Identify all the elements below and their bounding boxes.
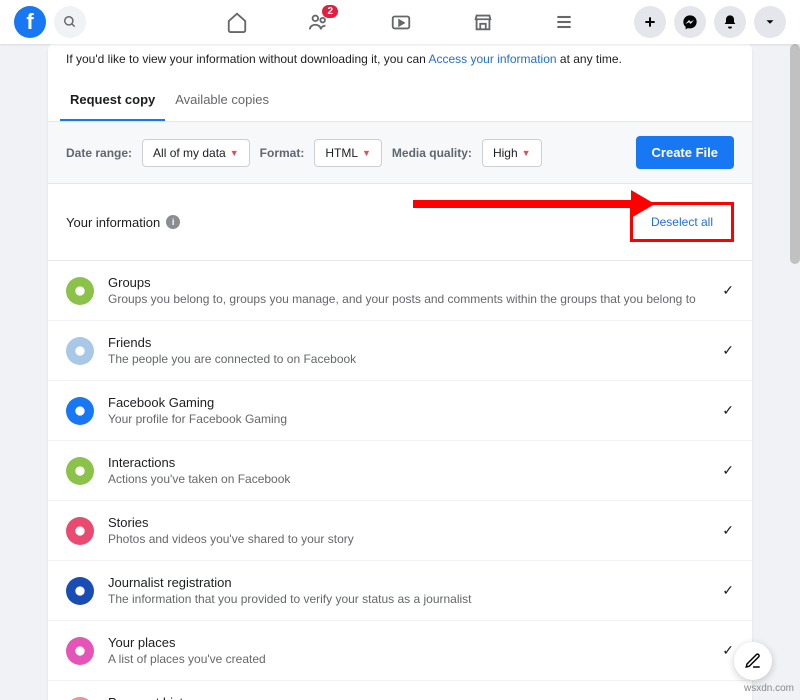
bell-icon xyxy=(722,14,738,30)
item-title: Payment history xyxy=(108,695,417,700)
list-item[interactable]: Journalist registration The information … xyxy=(48,561,752,621)
nav-home[interactable] xyxy=(226,11,248,33)
main-card: If you'd like to view your information w… xyxy=(48,44,752,700)
create-file-button[interactable]: Create File xyxy=(636,136,734,169)
item-title: Groups xyxy=(108,275,696,290)
list-item[interactable]: Groups Groups you belong to, groups you … xyxy=(48,261,752,321)
item-title: Stories xyxy=(108,515,354,530)
nav-watch[interactable] xyxy=(390,11,412,33)
list-item[interactable]: Interactions Actions you've taken on Fac… xyxy=(48,441,752,501)
hint-text: If you'd like to view your information w… xyxy=(48,44,752,80)
annotation-arrow xyxy=(413,200,633,208)
check-icon[interactable]: ✓ xyxy=(722,402,734,419)
center-nav: 2 xyxy=(226,11,574,33)
messenger-icon xyxy=(682,14,698,30)
date-range-label: Date range: xyxy=(66,146,132,160)
controls-row: Date range: All of my data▼ Format: HTML… xyxy=(48,122,752,184)
nav-friends[interactable]: 2 xyxy=(308,11,330,33)
item-desc: The people you are connected to on Faceb… xyxy=(108,352,356,366)
quality-dropdown[interactable]: High▼ xyxy=(482,139,542,167)
access-info-link[interactable]: Access your information xyxy=(429,52,557,66)
top-bar: f 2 xyxy=(0,0,800,44)
items-list: Groups Groups you belong to, groups you … xyxy=(48,261,752,700)
watermark: wsxdn.com xyxy=(744,683,794,694)
content-area: If you'd like to view your information w… xyxy=(0,44,800,700)
item-title: Facebook Gaming xyxy=(108,395,287,410)
item-desc: A list of places you've created xyxy=(108,652,266,666)
item-title: Interactions xyxy=(108,455,290,470)
caret-icon: ▼ xyxy=(230,148,239,158)
check-icon[interactable]: ✓ xyxy=(722,522,734,539)
item-icon xyxy=(66,277,94,305)
date-range-dropdown[interactable]: All of my data▼ xyxy=(142,139,250,167)
tabs: Request copy Available copies xyxy=(48,80,752,122)
info-icon[interactable]: i xyxy=(166,215,180,229)
plus-icon xyxy=(642,14,658,30)
tab-request-copy[interactable]: Request copy xyxy=(60,80,165,121)
home-icon xyxy=(226,11,248,33)
format-label: Format: xyxy=(260,146,305,160)
nav-menu[interactable] xyxy=(554,12,574,32)
chevron-down-icon xyxy=(763,15,777,29)
marketplace-icon xyxy=(472,11,494,33)
item-desc: Groups you belong to, groups you manage,… xyxy=(108,292,696,306)
tab-available-copies[interactable]: Available copies xyxy=(165,80,279,121)
messenger-button[interactable] xyxy=(674,6,706,38)
format-dropdown[interactable]: HTML▼ xyxy=(314,139,382,167)
friends-badge: 2 xyxy=(322,5,338,18)
item-desc: Your profile for Facebook Gaming xyxy=(108,412,287,426)
item-desc: Photos and videos you've shared to your … xyxy=(108,532,354,546)
item-icon xyxy=(66,457,94,485)
item-desc: The information that you provided to ver… xyxy=(108,592,472,606)
item-icon xyxy=(66,637,94,665)
search-button[interactable] xyxy=(54,6,86,38)
compose-button[interactable] xyxy=(734,642,772,680)
item-title: Your places xyxy=(108,635,266,650)
list-item[interactable]: Your places A list of places you've crea… xyxy=(48,621,752,681)
item-icon xyxy=(66,397,94,425)
caret-icon: ▼ xyxy=(362,148,371,158)
compose-icon xyxy=(744,652,762,670)
item-icon xyxy=(66,337,94,365)
list-item[interactable]: Payment history A history of payments th… xyxy=(48,681,752,700)
notifications-button[interactable] xyxy=(714,6,746,38)
list-item[interactable]: Friends The people you are connected to … xyxy=(48,321,752,381)
list-item[interactable]: Stories Photos and videos you've shared … xyxy=(48,501,752,561)
item-icon xyxy=(66,697,94,700)
section-title: Your information xyxy=(66,215,160,230)
item-desc: Actions you've taken on Facebook xyxy=(108,472,290,486)
check-icon[interactable]: ✓ xyxy=(722,342,734,359)
watch-icon xyxy=(390,11,412,33)
scrollbar-thumb[interactable] xyxy=(790,44,800,264)
account-button[interactable] xyxy=(754,6,786,38)
section-header: Your information i Deselect all xyxy=(48,184,752,261)
check-icon[interactable]: ✓ xyxy=(722,282,734,299)
facebook-logo-icon[interactable]: f xyxy=(14,6,46,38)
list-item[interactable]: Facebook Gaming Your profile for Faceboo… xyxy=(48,381,752,441)
search-icon xyxy=(63,15,77,29)
item-icon xyxy=(66,577,94,605)
quality-label: Media quality: xyxy=(392,146,472,160)
caret-icon: ▼ xyxy=(522,148,531,158)
item-title: Friends xyxy=(108,335,356,350)
check-icon[interactable]: ✓ xyxy=(722,462,734,479)
right-nav xyxy=(634,6,786,38)
check-icon[interactable]: ✓ xyxy=(722,642,734,659)
check-icon[interactable]: ✓ xyxy=(722,582,734,599)
item-icon xyxy=(66,517,94,545)
create-button[interactable] xyxy=(634,6,666,38)
hamburger-icon xyxy=(554,12,574,32)
nav-marketplace[interactable] xyxy=(472,11,494,33)
item-title: Journalist registration xyxy=(108,575,472,590)
